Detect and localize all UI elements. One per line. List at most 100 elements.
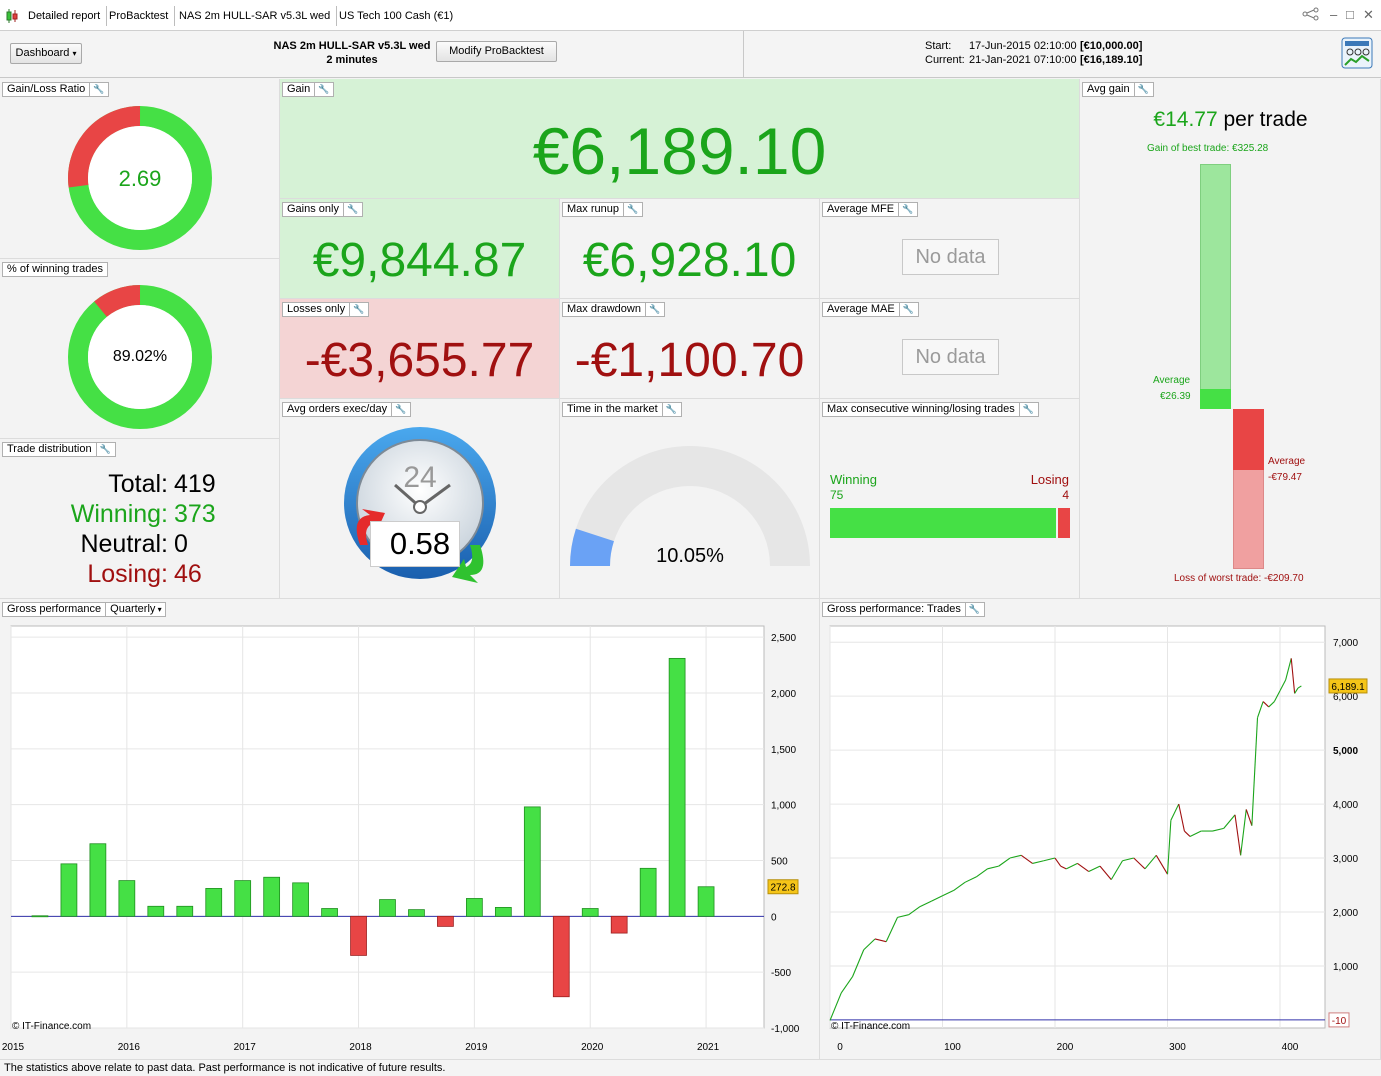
gain-value: €6,189.10 [532,114,827,188]
losing-streak-label: Losing [1030,472,1069,487]
average-mfe-value: No data [902,239,999,275]
tab-detailed-report[interactable]: Detailed report [22,6,108,26]
panel-title: Trade distribution [7,443,92,455]
bar [234,880,252,917]
bar [408,909,425,917]
bar [60,863,78,917]
x-tick-label: 100 [944,1042,961,1053]
y-tick-label: 3,000 [1333,854,1358,865]
period-dropdown[interactable]: Quarterly ▾ [105,603,165,616]
wrench-icon[interactable]: 🔧 [898,303,914,316]
x-tick-label: 2018 [349,1042,372,1053]
start-label: Start: [925,40,952,52]
wrench-icon[interactable]: 🔧 [89,83,104,96]
neutral-value: 0 [174,530,188,558]
winning-trades-panel: % of winning trades 89.02% [0,259,280,439]
tab-bar: Detailed report ProBacktest NAS 2m HULL-… [0,0,1381,31]
worst-trade-label: Loss of worst trade: -€209.70 [1174,573,1304,584]
candlestick-icon [4,8,20,24]
losing-label: Losing: [87,560,168,588]
panel-title: Gross performance [7,603,102,615]
wrench-icon[interactable]: 🔧 [314,83,329,96]
wrench-icon[interactable]: 🔧 [349,303,364,316]
wrench-icon[interactable]: 🔧 [1133,83,1149,96]
bar [523,806,541,917]
total-value: 419 [174,470,216,498]
bar [379,899,396,917]
tab-instrument[interactable]: US Tech 100 Cash (€1) [333,6,459,26]
maximize-icon[interactable]: □ [1346,7,1354,22]
losing-row: Losing: 46 [0,559,280,589]
bar [350,915,367,956]
gains-only-label: Gains only 🔧 [282,202,364,217]
total-label: Total: [108,470,168,498]
bar [639,867,657,917]
dial-number: 24 [403,461,436,494]
trade-distribution-panel: Trade distribution 🔧 Total: 419 Winning: 37… [0,439,280,599]
bar [581,908,599,917]
y-tick-label: 2,000 [771,689,796,700]
wrench-icon[interactable]: 🔧 [644,303,660,316]
share-icon[interactable] [1302,7,1320,24]
panel-title: % of winning trades [7,263,103,275]
tab-probacktest[interactable]: ProBacktest [103,6,176,26]
streak-bar-winning [830,508,1056,538]
y-tick-label: -1,000 [771,1024,800,1035]
panel-title: Avg orders exec/day [287,403,388,415]
average-mfe-panel: Average MFE 🔧 No data [820,199,1080,299]
max-runup-panel: Max runup 🔧 €6,928.10 [560,199,820,299]
y-tick-label: 2,500 [771,633,796,644]
close-icon[interactable]: ✕ [1363,7,1374,23]
winning-pct-value: 89.02% [112,348,168,365]
current-value: [€16,189.10] [1080,54,1143,66]
dashboard-dropdown[interactable]: Dashboard ▾ [10,43,82,64]
gain-label: Gain 🔧 [282,82,335,97]
wrench-icon[interactable]: 🔧 [964,603,980,616]
winning-streak-label: Winning [830,472,877,487]
average-loss-bar [1233,409,1264,470]
chevron-down-icon: ▾ [72,49,77,58]
losing-streak-value: 4 [1062,488,1069,502]
max-drawdown-panel: Max drawdown 🔧 -€1,100.70 [560,299,820,399]
x-tick-label: 2020 [581,1042,604,1053]
wrench-icon[interactable]: 🔧 [661,403,677,416]
losing-value: 46 [174,560,202,588]
time-in-market-panel: Time in the market 🔧 10.05% [560,399,820,599]
report-settings-icon[interactable] [1341,37,1373,69]
losses-only-label: Losses only 🔧 [282,302,370,317]
panel-title: Max consecutive winning/losing trades [827,403,1015,415]
x-tick-label: 2021 [697,1042,720,1053]
bar [466,898,483,917]
average-win-value: €26.39 [1160,391,1191,402]
y-tick-label: 1,000 [771,801,796,812]
gains-only-value: €9,844.87 [312,234,527,287]
wrench-icon[interactable]: 🔧 [391,403,406,416]
modify-probacktest-button[interactable]: Modify ProBacktest [436,41,557,62]
y-tick-label: 6,000 [1333,692,1358,703]
panel-title: Gain/Loss Ratio [7,83,86,95]
gross-performance-chart: 2,500 2,000 1,500 1,000 500 0 -500 -1,000 2015 20… [2,625,800,1053]
bar [292,882,309,917]
bar [263,876,281,917]
bar [668,657,686,917]
wrench-icon[interactable]: 🔧 [622,203,638,216]
wrench-icon[interactable]: 🔧 [342,203,358,216]
max-drawdown-label: Max drawdown 🔧 [562,302,666,317]
trade-distribution-label: Trade distribution 🔧 [2,442,116,457]
neutral-label: Neutral: [80,530,168,558]
x-tick-label: 2015 [2,1042,25,1053]
winning-value: 373 [174,500,216,528]
gain-panel: Gain 🔧 €6,189.10 [280,79,1080,199]
current-date: 21-Jan-2021 07:10:00 [969,54,1077,66]
start-date: 17-Jun-2015 02:10:00 [969,40,1077,52]
bar [31,915,49,918]
streak-bar-losing [1057,508,1070,538]
average-win-label: Average [1153,375,1191,386]
wrench-icon[interactable]: 🔧 [1018,403,1034,416]
bar [205,888,223,917]
max-consecutive-panel: Max consecutive winning/losing trades 🔧 W… [820,399,1080,599]
wrench-icon[interactable]: 🔧 [95,443,111,456]
tab-strategy[interactable]: NAS 2m HULL-SAR v5.3L wed [173,6,338,26]
minimize-icon[interactable]: – [1330,7,1337,22]
wrench-icon[interactable]: 🔧 [898,203,913,216]
